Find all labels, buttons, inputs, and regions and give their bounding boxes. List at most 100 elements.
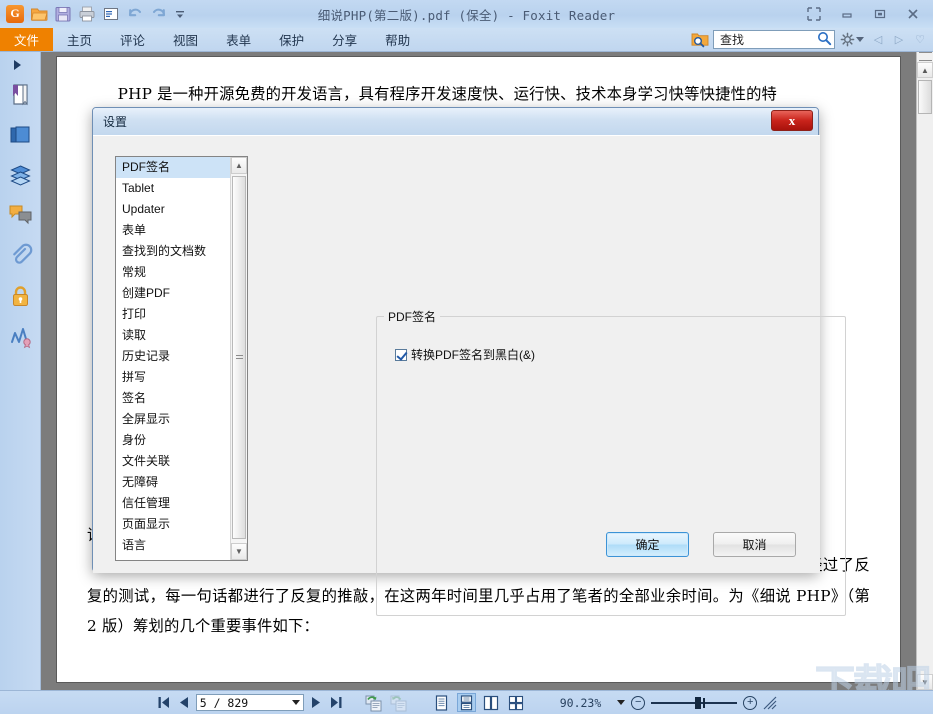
tab-help[interactable]: 帮助 (371, 28, 424, 51)
chevron-down-icon[interactable] (291, 700, 300, 705)
list-item-signature[interactable]: 签名 (116, 388, 230, 409)
zoom-in-button[interactable]: + (743, 695, 758, 710)
search-input[interactable] (718, 31, 817, 48)
list-item-file-association[interactable]: 文件关联 (116, 451, 230, 472)
convert-signature-bw-checkbox-row[interactable]: 转换PDF签名到黑白(&) (395, 346, 535, 363)
redo-icon[interactable] (150, 5, 169, 24)
ribbon-tab-bar: 文件 主页 评论 视图 表单 保护 分享 帮助 ◁ ▷ ♡ (0, 28, 933, 52)
list-scroll-up-button[interactable]: ▲ (231, 157, 247, 174)
paragraph-1: PHP 是一种开源免费的开发语言，具有程序开发速度快、运行快、技术本身学习快等快… (117, 85, 778, 103)
tab-comment[interactable]: 评论 (106, 28, 159, 51)
split-view-handle[interactable] (919, 52, 932, 61)
list-item-history[interactable]: 历史记录 (116, 346, 230, 367)
gear-icon[interactable] (838, 32, 866, 47)
category-list-scrollbar[interactable]: ▲ ▼ (230, 157, 247, 560)
next-page-icon[interactable] (310, 695, 323, 710)
comments-icon[interactable] (8, 202, 33, 227)
list-item-pdf-signature[interactable]: PDF签名 (116, 157, 230, 178)
zoom-level-label: 90.23% (559, 695, 602, 710)
cancel-button[interactable]: 取消 (713, 532, 796, 557)
list-item-identity[interactable]: 身份 (116, 430, 230, 451)
facing-icon[interactable] (482, 693, 501, 712)
list-scroll-down-button[interactable]: ▼ (231, 543, 247, 560)
expand-panel-arrow-icon[interactable] (14, 60, 21, 70)
foxit-reader-window: G 细说PHP(第二版).pdf (保全) - Foxit Reader 文件 … (0, 0, 933, 714)
facing-continuous-icon[interactable] (507, 693, 526, 712)
quick-access-toolbar: G (0, 4, 193, 24)
search-box[interactable] (713, 30, 835, 49)
security-lock-icon[interactable] (8, 284, 33, 309)
close-button[interactable] (897, 3, 929, 25)
zoom-dropdown-icon[interactable] (617, 700, 626, 705)
zoom-out-button[interactable]: − (631, 695, 646, 710)
rotate-right-icon[interactable] (389, 694, 408, 712)
list-item-updater[interactable]: Updater (116, 199, 230, 220)
list-item-language[interactable]: 语言 (116, 535, 230, 556)
pdf-signature-group: PDF签名 转换PDF签名到黑白(&) (376, 308, 846, 616)
tab-protect[interactable]: 保护 (265, 28, 318, 51)
list-item-reading[interactable]: 读取 (116, 325, 230, 346)
left-navigation-panel (0, 52, 41, 690)
list-item-trust-manager[interactable]: 信任管理 (116, 493, 230, 514)
tab-share[interactable]: 分享 (318, 28, 371, 51)
favorite-heart-icon[interactable]: ♡ (911, 30, 929, 50)
magnifier-icon[interactable] (817, 31, 832, 49)
tab-view[interactable]: 视图 (159, 28, 212, 51)
first-page-icon[interactable] (156, 695, 171, 710)
foxit-logo-icon[interactable]: G (6, 4, 25, 24)
list-item-create-pdf[interactable]: 创建PDF (116, 283, 230, 304)
print-icon[interactable] (78, 5, 97, 24)
document-vertical-scrollbar[interactable]: ▲ ▼ (916, 52, 933, 690)
single-page-icon[interactable] (432, 693, 451, 712)
tab-file[interactable]: 文件 (0, 28, 54, 51)
attachments-icon[interactable] (8, 242, 33, 267)
save-icon[interactable] (54, 5, 73, 24)
minimize-button[interactable] (831, 3, 863, 25)
dialog-buttons: 确定 取消 (606, 532, 796, 557)
pages-thumbnail-icon[interactable] (8, 122, 33, 147)
list-item-fullscreen[interactable]: 全屏显示 (116, 409, 230, 430)
list-scroll-thumb[interactable] (232, 176, 246, 539)
open-icon[interactable] (30, 5, 49, 24)
tab-form[interactable]: 表单 (212, 28, 265, 51)
list-item-documents-found[interactable]: 查找到的文档数 (116, 241, 230, 262)
tab-home[interactable]: 主页 (53, 28, 106, 51)
continuous-icon[interactable] (456, 693, 476, 712)
customize-toolbar-icon[interactable] (174, 5, 193, 24)
last-page-icon[interactable] (329, 695, 344, 710)
dialog-close-button[interactable]: x (771, 110, 813, 131)
window-controls (798, 0, 929, 28)
scroll-down-button[interactable]: ▼ (917, 674, 933, 690)
email-icon[interactable] (102, 5, 121, 24)
settings-category-list[interactable]: PDF签名 Tablet Updater 表单 查找到的文档数 常规 创建PDF… (115, 156, 248, 561)
zoom-slider[interactable] (651, 696, 738, 709)
list-item-forms[interactable]: 表单 (116, 220, 230, 241)
prev-page-icon[interactable] (177, 695, 190, 710)
resize-grip-icon[interactable] (763, 696, 777, 710)
dialog-title: 设置 (103, 115, 128, 129)
folder-search-icon[interactable] (691, 31, 710, 48)
next-view-icon[interactable]: ▷ (890, 30, 908, 50)
chevron-down-icon[interactable] (856, 37, 864, 42)
scroll-thumb[interactable] (918, 80, 932, 114)
rotate-left-icon[interactable] (364, 694, 383, 712)
restore-layout-button[interactable] (798, 3, 830, 25)
layers-icon[interactable] (8, 162, 33, 187)
group-title: PDF签名 (384, 308, 441, 325)
list-item-general[interactable]: 常规 (116, 262, 230, 283)
prev-view-icon[interactable]: ◁ (869, 30, 887, 50)
digital-signature-icon[interactable] (8, 324, 33, 349)
undo-icon[interactable] (126, 5, 145, 24)
list-item-page-display[interactable]: 页面显示 (116, 514, 230, 535)
ok-button[interactable]: 确定 (606, 532, 689, 557)
maximize-button[interactable] (864, 3, 896, 25)
list-item-print[interactable]: 打印 (116, 304, 230, 325)
bookmarks-icon[interactable] (8, 82, 33, 107)
page-number-box[interactable]: 5 / 829 (195, 694, 304, 711)
list-item-spelling[interactable]: 拼写 (116, 367, 230, 388)
convert-signature-bw-checkbox[interactable] (395, 348, 407, 361)
list-item-accessibility[interactable]: 无障碍 (116, 472, 230, 493)
status-bar: 5 / 829 90.23% − + (0, 690, 933, 714)
scroll-up-button[interactable]: ▲ (917, 62, 933, 78)
list-item-tablet[interactable]: Tablet (116, 178, 230, 199)
